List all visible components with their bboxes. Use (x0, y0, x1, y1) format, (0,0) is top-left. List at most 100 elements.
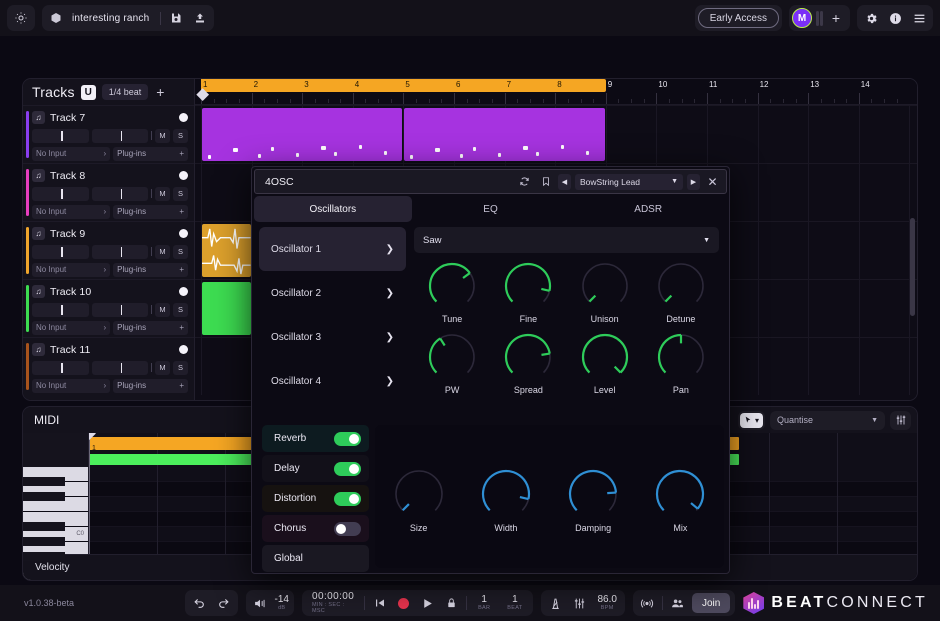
piano-key-black[interactable] (23, 522, 65, 531)
undo-icon[interactable] (190, 593, 209, 613)
tab-eq[interactable]: EQ (412, 196, 570, 222)
rewind-icon[interactable] (370, 593, 389, 613)
oscillator-item[interactable]: Oscillator 1 ❯ (259, 227, 406, 271)
midi-instrument-icon[interactable]: ♫ (32, 111, 45, 124)
knob-tune[interactable]: Tune (414, 260, 490, 324)
pan-fader[interactable] (91, 244, 148, 259)
waveform-dropdown[interactable]: Saw ▼ (414, 227, 719, 253)
join-button[interactable]: Join (691, 593, 731, 613)
solo-button[interactable]: S (173, 244, 188, 259)
cursor-arrow-icon[interactable]: ▾ (739, 412, 763, 428)
volume-fader[interactable] (32, 302, 89, 317)
clip[interactable] (202, 224, 251, 277)
pan-fader[interactable] (91, 186, 148, 201)
piano-key-black[interactable] (23, 537, 65, 546)
pan-fader[interactable] (91, 128, 148, 143)
clip[interactable] (202, 282, 251, 335)
plus-icon[interactable]: + (179, 207, 184, 216)
knob-damping[interactable]: Damping (550, 467, 637, 533)
mute-button[interactable]: M (155, 302, 170, 317)
plus-icon[interactable]: + (179, 265, 184, 274)
beat-group[interactable]: 1 BEAT (501, 594, 528, 612)
record-button[interactable] (394, 593, 413, 613)
knob-detune[interactable]: Detune (643, 260, 719, 324)
mute-button[interactable]: M (155, 128, 170, 143)
clip[interactable] (202, 108, 403, 161)
track-header[interactable]: ♫ Track 10 M S No Input › Plug-ins + (23, 279, 194, 337)
effect-delay[interactable]: Delay (262, 455, 369, 482)
track-input-selector[interactable]: No Input › (32, 262, 111, 277)
knob-width[interactable]: Width (462, 467, 549, 533)
gear-icon[interactable] (860, 8, 882, 29)
tab-oscillators[interactable]: Oscillators (254, 196, 412, 222)
effect-toggle[interactable] (334, 521, 361, 536)
bookmark-icon[interactable] (537, 174, 554, 190)
next-arrow-icon[interactable]: ▶ (687, 173, 700, 190)
track-plugins-selector[interactable]: Plug-ins + (113, 204, 188, 219)
knob-fine[interactable]: Fine (490, 260, 566, 324)
track-header[interactable]: ♫ Track 8 M S No Input › Plug-ins + (23, 163, 194, 221)
prev-arrow-icon[interactable]: ◀ (558, 173, 571, 190)
oscillator-item[interactable]: Oscillator 4 ❯ (259, 359, 406, 403)
plus-icon[interactable]: + (179, 149, 184, 158)
arrangement-scrollbar[interactable] (910, 109, 915, 396)
track-plugins-selector[interactable]: Plug-ins + (113, 378, 188, 393)
info-icon[interactable] (884, 8, 906, 29)
solo-button[interactable]: S (173, 302, 188, 317)
metronome-icon[interactable] (546, 593, 565, 613)
track-header[interactable]: ♫ Track 9 M S No Input › Plug-ins + (23, 221, 194, 279)
bpm-group[interactable]: 86.0 BPM (594, 594, 619, 612)
knob-pan[interactable]: Pan (643, 331, 719, 395)
mute-button[interactable]: M (155, 360, 170, 375)
snap-value-selector[interactable]: 1/4 beat (101, 84, 149, 100)
mute-button[interactable]: M (155, 186, 170, 201)
track-input-selector[interactable]: No Input › (32, 146, 111, 161)
volume-fader[interactable] (32, 360, 89, 375)
record-arm-button[interactable] (179, 171, 188, 180)
piano-key-black[interactable] (23, 477, 65, 486)
mixer-icon[interactable] (570, 593, 589, 613)
track-lane[interactable] (195, 105, 917, 163)
effect-distortion[interactable]: Distortion (262, 485, 369, 512)
knob-pw[interactable]: PW (414, 331, 490, 395)
effect-toggle[interactable] (334, 431, 361, 446)
knob-mix[interactable]: Mix (637, 467, 724, 533)
pan-fader[interactable] (91, 360, 148, 375)
midi-instrument-icon[interactable]: ♫ (32, 343, 45, 356)
upload-icon[interactable] (189, 8, 211, 29)
volume-fader[interactable] (32, 244, 89, 259)
quantise-dropdown[interactable]: Quantise ▼ (770, 410, 885, 430)
record-arm-button[interactable] (179, 229, 188, 238)
plugin-titlebar[interactable]: 4OSC ◀ BowString Lead ▼ ▶ ✕ (254, 169, 727, 194)
lock-icon[interactable] (442, 593, 461, 613)
midi-instrument-icon[interactable]: ♫ (32, 227, 45, 240)
track-plugins-selector[interactable]: Plug-ins + (113, 262, 188, 277)
piano-key-black[interactable] (23, 492, 65, 501)
clip[interactable] (404, 108, 605, 161)
knob-spread[interactable]: Spread (490, 331, 566, 395)
piano-key-black[interactable] (23, 552, 65, 561)
early-access-badge[interactable]: Early Access (697, 8, 779, 28)
loop-region[interactable] (201, 79, 606, 92)
oscillator-item[interactable]: Oscillator 3 ❯ (259, 315, 406, 359)
pan-fader[interactable] (91, 302, 148, 317)
hamburger-icon[interactable] (908, 8, 930, 29)
scrollbar-thumb[interactable] (910, 218, 915, 316)
mute-button[interactable]: M (155, 244, 170, 259)
volume-fader[interactable] (32, 186, 89, 201)
bar-group[interactable]: 1 BAR (472, 594, 496, 612)
tab-adsr[interactable]: ADSR (569, 196, 727, 222)
record-arm-button[interactable] (179, 113, 188, 122)
midi-instrument-icon[interactable]: ♫ (32, 169, 45, 182)
volume-fader[interactable] (32, 128, 89, 143)
record-arm-button[interactable] (179, 287, 188, 296)
knob-level[interactable]: Level (567, 331, 643, 395)
track-plugins-selector[interactable]: Plug-ins + (113, 320, 188, 335)
effect-global[interactable]: Global (262, 545, 369, 572)
track-plugins-selector[interactable]: Plug-ins + (113, 146, 188, 161)
effect-reverb[interactable]: Reverb (262, 425, 369, 452)
avatar[interactable]: M (792, 8, 812, 28)
close-icon[interactable]: ✕ (704, 174, 721, 190)
sliders-icon[interactable] (890, 410, 911, 430)
refresh-icon[interactable] (516, 174, 533, 190)
